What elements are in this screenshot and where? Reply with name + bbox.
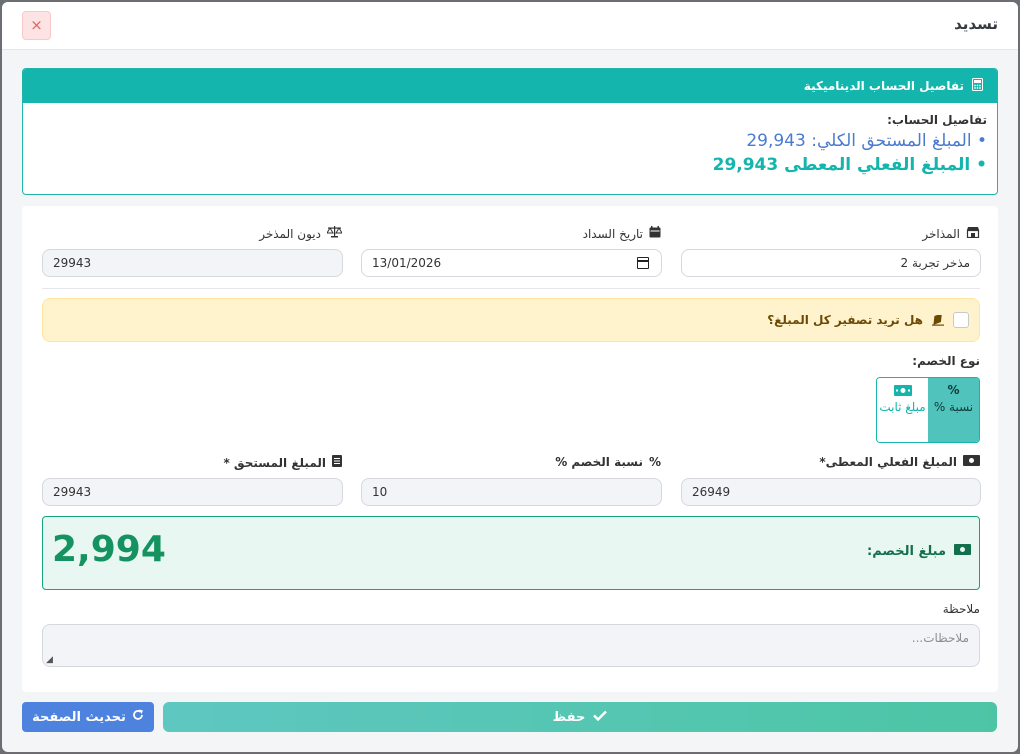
close-button[interactable]: × [22, 11, 51, 40]
calculation-header: تفاصيل الحساب الديناميكية [23, 69, 997, 103]
save-button[interactable]: حفظ [163, 702, 997, 732]
actual-given-line: • المبلغ الفعلي المعطى 29,943 [712, 155, 987, 175]
eraser-icon [931, 311, 945, 330]
notes-label: ملاحظة [942, 602, 980, 616]
date-picker-icon[interactable] [637, 257, 649, 269]
discount-percent-label-group: % نسبة الخصم % [555, 455, 661, 469]
discount-type-percent[interactable]: % نسبة % [928, 378, 979, 442]
percent-icon: % [947, 383, 960, 397]
refresh-label: تحديث الصفحة [32, 709, 126, 725]
payment-date-label-group: تاريخ السداد [583, 226, 661, 241]
store-select[interactable]: مذخر تجربة 2 [681, 249, 981, 277]
store-label: المذاخر [922, 226, 960, 241]
discount-percent-input[interactable]: 10 [361, 478, 662, 506]
discount-type-toggle: % نسبة % مبلغ ثابت [876, 377, 980, 443]
store-debts-label-group: ديون المذخر [259, 226, 343, 241]
notes-placeholder: ملاحظات... [911, 631, 969, 645]
calculator-icon [972, 78, 983, 94]
calculation-details-card: تفاصيل الحساب الديناميكية تفاصيل الحساب:… [22, 68, 998, 195]
discount-type-fixed[interactable]: مبلغ ثابت [877, 378, 928, 442]
file-icon [332, 455, 342, 470]
percent-icon: % [648, 455, 661, 469]
store-icon [966, 226, 980, 241]
calculation-header-text: تفاصيل الحساب الديناميكية [803, 79, 964, 93]
payment-form: المذاخر تاريخ السداد ديون المذخر مذخر تج… [22, 206, 998, 692]
payment-date-label: تاريخ السداد [582, 226, 643, 241]
actual-given-input[interactable]: 26949 [681, 478, 981, 506]
discount-amount-label-group: مبلغ الخصم: [867, 544, 971, 559]
payment-date-value: 13/01/2026 [372, 256, 442, 270]
divider [42, 288, 980, 289]
save-label: حفظ [552, 709, 586, 725]
money-icon [877, 382, 928, 399]
calendar-icon [649, 226, 661, 241]
payment-date-input[interactable]: 13/01/2026 [361, 249, 662, 277]
calculation-label: تفاصيل الحساب: [887, 113, 987, 127]
refresh-page-button[interactable]: تحديث الصفحة [22, 702, 154, 732]
amount-due-label-group: المبلغ المستحق * [223, 455, 342, 470]
zero-amount-alert: هل تريد تصفير كل المبلغ؟ [42, 298, 980, 342]
discount-amount-box: مبلغ الخصم: 2,994 [42, 516, 980, 590]
actual-given-label-group: المبلغ الفعلي المعطى* [819, 455, 980, 469]
store-debts-input[interactable]: 29943 [42, 249, 343, 277]
money-icon [963, 455, 980, 469]
total-due-line: • المبلغ المستحق الكلي: 29,943 [746, 131, 987, 151]
zero-amount-question: هل تريد تصفير كل المبلغ؟ [767, 313, 923, 327]
scale-icon [326, 226, 343, 241]
resize-handle-icon[interactable]: ◢ [46, 655, 53, 665]
modal-header: تسديد × [2, 2, 1018, 50]
zero-amount-checkbox[interactable] [953, 312, 969, 328]
discount-type-fixed-label: مبلغ ثابت [879, 400, 926, 414]
money-icon [954, 544, 971, 559]
calculation-body: تفاصيل الحساب: • المبلغ المستحق الكلي: 2… [23, 103, 997, 185]
discount-type-label: نوع الخصم: [912, 354, 980, 368]
amount-due-label: المبلغ المستحق * [223, 455, 326, 470]
payment-modal: تسديد × تفاصيل الحساب الديناميكية تفاصيل… [2, 2, 1018, 752]
discount-amount-value: 2,994 [52, 529, 166, 570]
check-icon [593, 710, 608, 725]
store-debts-label: ديون المذخر [259, 226, 321, 241]
actual-given-label: المبلغ الفعلي المعطى* [819, 455, 957, 469]
discount-type-percent-label: نسبة % [933, 400, 974, 414]
notes-textarea[interactable]: ملاحظات... ◢ [42, 624, 980, 667]
modal-title: تسديد [954, 15, 998, 33]
store-label-group: المذاخر [922, 226, 980, 241]
discount-percent-label: نسبة الخصم % [555, 455, 643, 469]
amount-due-input[interactable]: 29943 [42, 478, 343, 506]
refresh-icon [132, 709, 144, 725]
discount-amount-label: مبلغ الخصم: [867, 544, 946, 559]
